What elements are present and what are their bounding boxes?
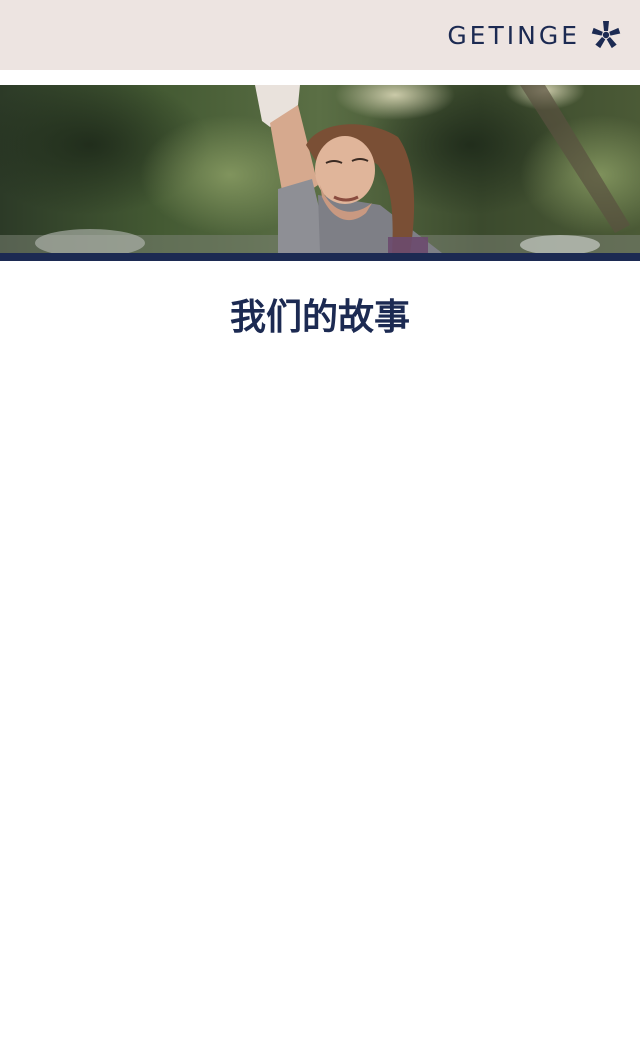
girl-reaching-up-outdoors-photo [0, 85, 640, 253]
hero-image [0, 85, 640, 253]
hero-divider [0, 253, 640, 261]
getinge-star-icon [591, 21, 621, 49]
page-title: 我们的故事 [229, 297, 410, 338]
site-header: GETINGE [0, 0, 640, 70]
brand-name: GETINGE [447, 20, 580, 50]
brand-logo[interactable]: GETINGE [447, 18, 622, 52]
